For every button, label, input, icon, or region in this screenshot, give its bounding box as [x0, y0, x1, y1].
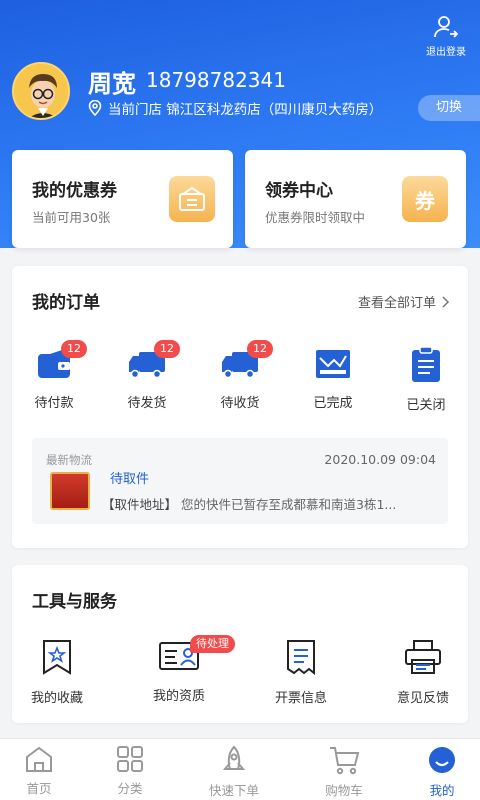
logistics-label: 最新物流 — [46, 453, 92, 467]
tools-services-panel: 工具与服务 我的收藏 待处理 我的资质 开票信息 意见反馈 — [12, 565, 468, 723]
coupon-center-card[interactable]: 领券中心 优惠券限时领取中 券 — [245, 150, 466, 248]
order-pending-payment[interactable]: 12 待付款 — [19, 340, 89, 411]
my-coupons-card[interactable]: 我的优惠券 当前可用30张 — [12, 150, 233, 248]
coupon-center-title: 领券中心 — [265, 181, 333, 201]
order-closed[interactable]: 已关闭 — [391, 346, 461, 413]
grid-icon — [117, 746, 143, 772]
printer-feedback-icon — [405, 640, 441, 674]
tab-label: 快速下单 — [208, 783, 259, 798]
order-label: 待付款 — [34, 396, 74, 411]
tools-title: 工具与服务 — [32, 592, 117, 612]
coupon-wallet-icon — [169, 176, 215, 222]
pickup-address-text: 您的快件已暂存至成都慕和南道3栋1... — [181, 497, 397, 512]
tab-label: 购物车 — [325, 783, 363, 798]
rocket-icon — [222, 745, 246, 770]
logout-label: 退出登录 — [426, 47, 466, 58]
tab-label: 我的 — [429, 783, 455, 798]
my-coupons-count: 当前可用30张 — [32, 210, 111, 225]
cart-icon — [330, 747, 360, 775]
tab-label: 首页 — [26, 781, 52, 796]
logistics-status: 待取件 — [110, 472, 150, 487]
latest-logistics[interactable]: 最新物流 2020.10.09 09:04 待取件 【取件地址】 您的快件已暂存… — [32, 438, 448, 524]
tab-quick-order[interactable]: 快速下单 — [186, 745, 282, 799]
order-label: 待收货 — [220, 396, 260, 411]
location-pin-icon — [88, 100, 102, 116]
profile-face-icon — [429, 747, 455, 773]
pickup-address-tag: 【取件地址】 — [102, 497, 178, 512]
user-name: 周宽 — [88, 70, 136, 98]
store-text: 当前门店 锦江区科龙药店（四川康贝大药房） — [108, 102, 383, 118]
tool-favorites[interactable]: 我的收藏 — [12, 639, 102, 706]
bottom-tab-bar: 首页 分类 快速下单 购物车 我的 — [0, 738, 480, 800]
completed-box-icon — [316, 350, 350, 378]
tab-label: 分类 — [117, 781, 143, 796]
order-pending-shipment[interactable]: 12 待发货 — [112, 340, 182, 411]
avatar[interactable] — [12, 62, 70, 120]
product-thumbnail — [50, 472, 90, 510]
home-icon — [26, 746, 52, 772]
logout-icon — [434, 16, 459, 38]
order-label: 已完成 — [313, 396, 353, 411]
tool-label: 我的资质 — [152, 689, 205, 704]
coupon-center-sub: 优惠券限时领取中 — [265, 210, 366, 225]
tool-label: 意见反馈 — [396, 691, 449, 706]
pending-payment-badge: 12 — [61, 340, 87, 358]
my-orders-panel: 我的订单 查看全部订单 12 待付款 12 待发货 12 待收货 已完成 已关闭… — [12, 266, 468, 548]
logout-button[interactable]: 退出登录 — [424, 14, 468, 58]
tool-label: 开票信息 — [274, 691, 327, 706]
order-label: 待发货 — [127, 396, 167, 411]
pending-receipt-badge: 12 — [247, 340, 273, 358]
tool-feedback[interactable]: 意见反馈 — [378, 639, 468, 706]
switch-store-button[interactable]: 切换 — [418, 95, 480, 121]
order-completed[interactable]: 已完成 — [298, 346, 368, 411]
logistics-time: 2020.10.09 09:04 — [324, 452, 436, 467]
my-coupons-title: 我的优惠券 — [32, 181, 117, 201]
coupon-ticket-icon: 券 — [402, 176, 448, 222]
chevron-right-icon — [442, 295, 450, 308]
tab-category[interactable]: 分类 — [82, 745, 178, 797]
pending-shipment-badge: 12 — [154, 340, 180, 358]
order-pending-receipt[interactable]: 12 待收货 — [205, 340, 275, 411]
tool-invoice[interactable]: 开票信息 — [256, 639, 346, 706]
logistics-detail: 【取件地址】 您的快件已暂存至成都慕和南道3栋1... — [102, 494, 442, 513]
tool-qualification[interactable]: 待处理 我的资质 — [134, 635, 235, 704]
view-all-label: 查看全部订单 — [357, 296, 436, 311]
tab-mine[interactable]: 我的 — [394, 745, 480, 799]
tab-cart[interactable]: 购物车 — [296, 745, 392, 799]
bookmark-star-icon — [43, 640, 71, 675]
pending-badge: 待处理 — [190, 635, 235, 653]
clipboard-icon — [412, 346, 440, 382]
tab-home[interactable]: 首页 — [0, 745, 87, 797]
invoice-icon — [287, 640, 315, 675]
order-label: 已关闭 — [406, 398, 446, 413]
view-all-orders-link[interactable]: 查看全部订单 — [358, 292, 450, 311]
user-phone: 18798782341 — [146, 68, 286, 92]
current-store: 当前门店 锦江区科龙药店（四川康贝大药房） — [88, 98, 382, 118]
orders-title: 我的订单 — [32, 293, 100, 313]
tool-label: 我的收藏 — [30, 691, 83, 706]
